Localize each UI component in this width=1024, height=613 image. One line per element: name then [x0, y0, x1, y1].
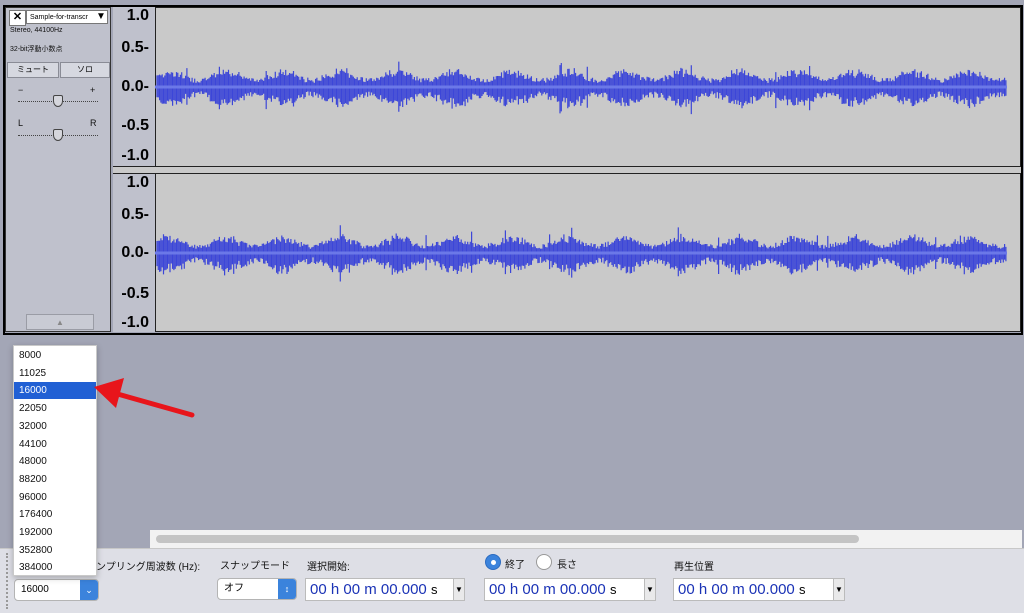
annotation-arrow-shaft — [111, 390, 195, 418]
triangle-down-icon[interactable]: ▼ — [833, 579, 844, 600]
snap-mode-select[interactable]: オフ ↕ — [217, 578, 297, 600]
scrollbar-thumb[interactable] — [156, 535, 859, 543]
ruler-tick-label: -0.5 — [121, 117, 149, 134]
ruler-tick-label: 0.0- — [121, 244, 149, 261]
gain-plus-label: + — [90, 85, 96, 95]
close-track-button[interactable]: ✕ — [9, 10, 26, 26]
ruler-tick-label: -0.5 — [121, 285, 149, 302]
solo-button[interactable]: ソロ — [60, 62, 110, 78]
time-unit: s — [609, 582, 617, 597]
sample-rate-option[interactable]: 384000 — [14, 559, 96, 576]
waveform-display[interactable] — [155, 7, 1021, 332]
track-panel: ✕ Sample-for-transcr ▼ Stereo, 44100Hz 3… — [0, 0, 1024, 336]
sample-rate-option[interactable]: 48000 — [14, 453, 96, 470]
track-format-rate: Stereo, 44100Hz — [10, 27, 63, 34]
selection-end-value: 00 h 00 m 00.000 — [489, 581, 606, 598]
track-control-panel: ✕ Sample-for-transcr ▼ Stereo, 44100Hz 3… — [5, 7, 111, 332]
selection-toolbar: ンプリング周波数 (Hz): 16000 ⌄ スナップモード オフ ↕ 選択開始… — [0, 548, 1024, 613]
ruler-tick-label: 0.5- — [121, 39, 149, 56]
playback-position-label: 再生位置 — [674, 562, 714, 573]
triangle-up-icon: ▲ — [56, 318, 64, 327]
selection-end-time[interactable]: 00 h 00 m 00.000 s ▼ — [484, 578, 656, 601]
sample-rate-option[interactable]: 22050 — [14, 400, 96, 417]
ruler-tick-label: -1.0 — [121, 314, 149, 331]
sample-rate-option[interactable]: 16000 — [14, 382, 96, 400]
toolbar-grip[interactable] — [6, 553, 12, 609]
sample-rate-dropdown-list: 8000 11025 16000 22050 32000 44100 48000 88200 9… — [13, 345, 97, 576]
end-label: 終了 — [505, 560, 525, 571]
selection-start-label: 選択開始: — [307, 562, 350, 573]
pan-slider-thumb[interactable] — [53, 129, 63, 141]
track-format-bits: 32-bit浮動小数点 — [10, 46, 63, 53]
sample-rate-option[interactable]: 96000 — [14, 489, 96, 506]
up-down-arrows-icon[interactable]: ↕ — [278, 579, 296, 599]
playback-position-value: 00 h 00 m 00.000 — [678, 581, 795, 598]
length-radio[interactable] — [536, 554, 552, 570]
playback-position-time[interactable]: 00 h 00 m 00.000 s ▼ — [673, 578, 845, 601]
sample-rate-option[interactable]: 8000 — [14, 347, 96, 364]
triangle-down-icon[interactable]: ▼ — [644, 579, 655, 600]
ruler-tick-label: 0.0- — [121, 78, 149, 95]
sample-rate-option[interactable]: 352800 — [14, 542, 96, 559]
snap-mode-value: オフ — [224, 583, 244, 594]
selection-start-value: 00 h 00 m 00.000 — [310, 581, 427, 598]
ruler-tick-label: 0.5- — [121, 206, 149, 223]
horizontal-scrollbar[interactable] — [150, 530, 1022, 548]
close-icon: ✕ — [12, 11, 23, 23]
pan-right-label: R — [90, 118, 97, 128]
ruler-tick-label: 1.0 — [126, 7, 149, 24]
snap-mode-label: スナップモード — [220, 561, 290, 572]
annotation-arrow-icon — [94, 378, 195, 418]
length-label: 長さ — [557, 560, 577, 571]
time-unit: s — [798, 582, 806, 597]
triangle-down-icon[interactable]: ▼ — [96, 11, 108, 23]
annotation-arrow-head — [94, 378, 124, 408]
ruler-tick-label: 1.0 — [126, 174, 149, 191]
selection-start-time[interactable]: 00 h 00 m 00.000 s ▼ — [305, 578, 465, 601]
gain-slider-thumb[interactable] — [53, 95, 63, 107]
sample-rate-label: ンプリング周波数 (Hz): — [96, 562, 201, 573]
sample-rate-option[interactable]: 192000 — [14, 524, 96, 541]
sample-rate-option[interactable]: 176400 — [14, 506, 96, 523]
sample-rate-select[interactable]: 16000 ⌄ — [14, 579, 99, 601]
triangle-down-icon[interactable]: ▼ — [453, 579, 464, 600]
mute-button[interactable]: ミュート — [7, 62, 59, 78]
pan-left-label: L — [18, 118, 24, 128]
sample-rate-option[interactable]: 88200 — [14, 471, 96, 488]
end-radio[interactable] — [485, 554, 501, 570]
chevron-down-icon[interactable]: ⌄ — [80, 580, 98, 600]
collapse-track-button[interactable]: ▲ — [26, 314, 94, 330]
ruler-tick-label: -1.0 — [121, 147, 149, 164]
sample-rate-option[interactable]: 32000 — [14, 418, 96, 435]
gain-minus-label: − — [18, 85, 24, 95]
sample-rate-option[interactable]: 44100 — [14, 436, 96, 453]
sample-rate-option[interactable]: 11025 — [14, 365, 96, 382]
time-unit: s — [430, 582, 438, 597]
sample-rate-value: 16000 — [21, 584, 49, 595]
